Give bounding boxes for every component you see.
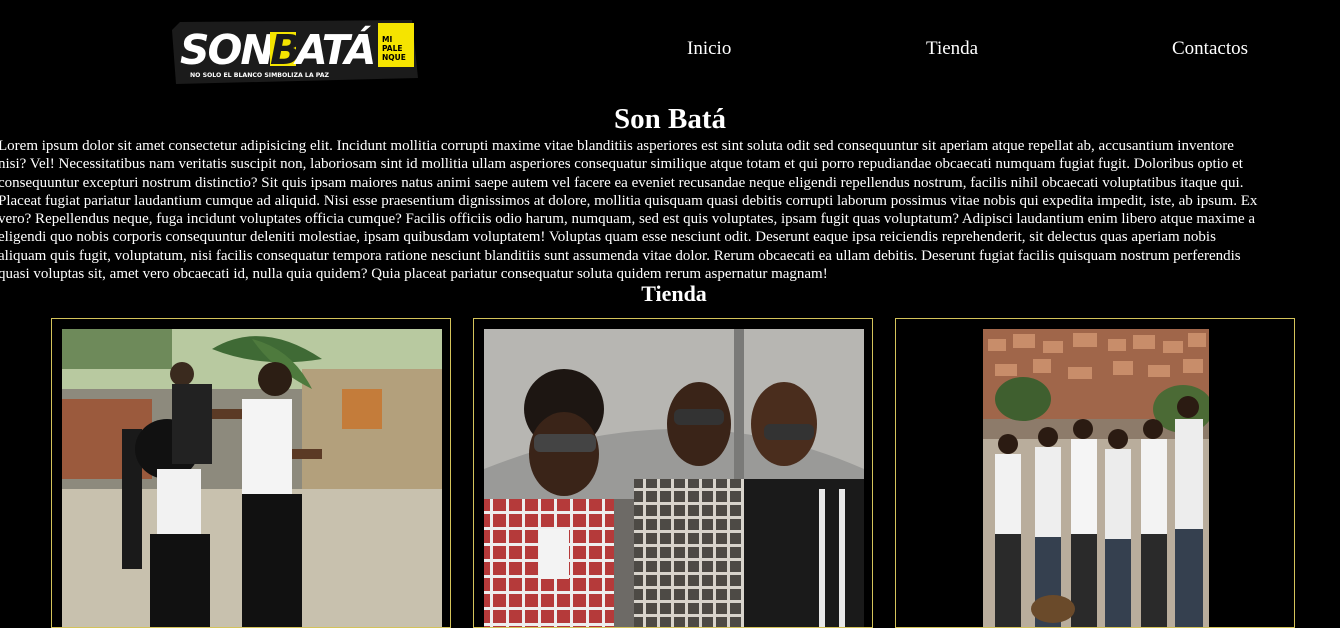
- dancers-photo[interactable]: [62, 329, 442, 627]
- intro-line: consequuntur excepturi nostrum distincti…: [0, 174, 1244, 191]
- intro-line: eligendi quo nobis corporis consequuntur…: [0, 229, 1216, 246]
- svg-text:ATÁ: ATÁ: [293, 26, 374, 74]
- nav-link-inicio[interactable]: Inicio: [687, 38, 731, 60]
- nav-link-contactos[interactable]: Contactos: [1172, 38, 1248, 60]
- svg-text:SON: SON: [180, 26, 274, 74]
- page-title: Son Batá: [613, 103, 726, 135]
- svg-text:NO SOLO EL BLANCO SIMBOLIZA LA: NO SOLO EL BLANCO SIMBOLIZA LA PAZ: [190, 72, 330, 79]
- intro-line: Lorem ipsum dolor sit amet consectetur a…: [0, 138, 1234, 154]
- intro-paragraph: Lorem ipsum dolor sit amet consectetur a…: [0, 137, 1340, 283]
- product-card[interactable]: [51, 318, 451, 628]
- store-section-title: Tienda: [641, 281, 707, 306]
- product-card[interactable]: [895, 318, 1295, 628]
- group-neighborhood-photo[interactable]: [983, 329, 1209, 627]
- svg-text:MI: MI: [382, 35, 392, 44]
- svg-text:NQUE: NQUE: [382, 53, 406, 62]
- band-members-photo[interactable]: [484, 329, 864, 627]
- nav-link-tienda[interactable]: Tienda: [926, 38, 978, 60]
- intro-line: Placeat fugiat pariatur laudantium cumqu…: [0, 192, 1258, 209]
- svg-text:PALE: PALE: [382, 44, 403, 53]
- product-card[interactable]: [473, 318, 873, 628]
- header: SON B ATÁ MI PALE NQUE NO SOLO EL BLANCO…: [0, 0, 1340, 100]
- intro-line: nisi? Vel! Necessitatibus nam veritatis …: [0, 156, 1243, 173]
- sonbata-logo[interactable]: SON B ATÁ MI PALE NQUE NO SOLO EL BLANCO…: [172, 20, 418, 84]
- intro-line: vero? Repellendus neque, fuga incidunt v…: [0, 211, 1256, 228]
- intro-line: aliquam quis fugit, voluptatum, nisi fac…: [0, 247, 1241, 264]
